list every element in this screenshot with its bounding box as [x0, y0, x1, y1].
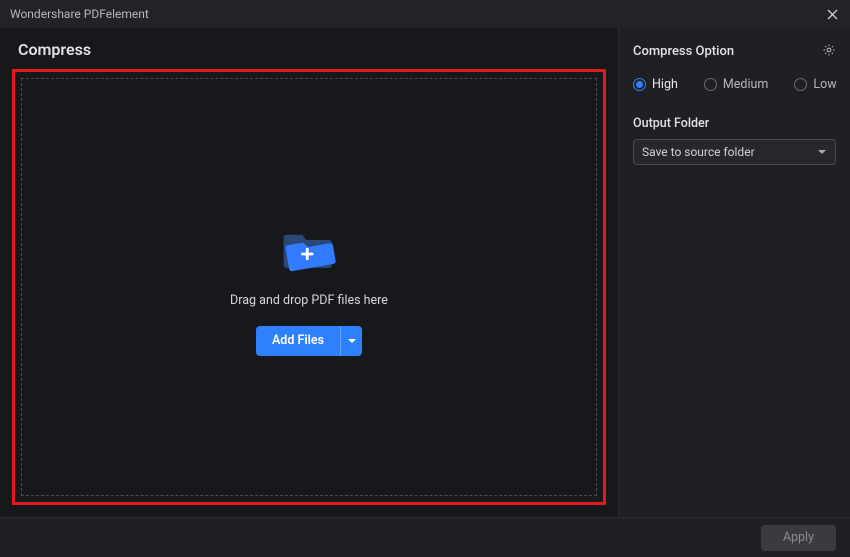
radio-high-label: High	[652, 77, 678, 92]
radio-high[interactable]: High	[633, 77, 678, 92]
radio-low[interactable]: Low	[794, 77, 836, 92]
compress-level-radios: High Medium Low	[633, 75, 836, 94]
apply-button[interactable]: Apply	[761, 525, 836, 551]
close-button[interactable]	[824, 6, 840, 22]
output-folder-select[interactable]: Save to source folder	[633, 139, 836, 165]
radio-medium-label: Medium	[723, 77, 768, 92]
output-folder-value: Save to source folder	[642, 145, 755, 159]
page-title: Compress	[18, 40, 606, 59]
settings-button[interactable]	[822, 42, 836, 61]
radio-medium[interactable]: Medium	[704, 77, 768, 92]
body: Compress Drag and drop PDF files	[0, 28, 850, 517]
add-folder-icon	[281, 219, 337, 275]
app-title: Wondershare PDFelement	[10, 7, 149, 21]
close-icon	[827, 9, 838, 20]
sidebar: Compress Option High Medium	[618, 28, 850, 517]
main-panel: Compress Drag and drop PDF files	[0, 28, 618, 517]
add-files-group: Add Files	[256, 326, 362, 356]
sidebar-title: Compress Option	[633, 44, 734, 59]
add-files-button[interactable]: Add Files	[256, 326, 340, 356]
radio-dot-icon	[704, 78, 717, 91]
radio-dot-icon	[794, 78, 807, 91]
dropzone[interactable]: Drag and drop PDF files here Add Files	[21, 78, 597, 496]
radio-dot-icon	[633, 78, 646, 91]
gear-icon	[822, 43, 836, 57]
sidebar-header: Compress Option	[633, 42, 836, 61]
app-window: Wondershare PDFelement Compress	[0, 0, 850, 557]
chevron-down-icon	[347, 336, 357, 346]
highlight-frame: Drag and drop PDF files here Add Files	[12, 69, 606, 505]
output-folder-label: Output Folder	[633, 116, 836, 131]
radio-low-label: Low	[813, 77, 836, 92]
dropzone-text: Drag and drop PDF files here	[230, 293, 388, 308]
add-files-dropdown[interactable]	[340, 326, 362, 356]
footer: Apply	[0, 517, 850, 557]
titlebar: Wondershare PDFelement	[0, 0, 850, 28]
chevron-down-icon	[817, 147, 827, 157]
